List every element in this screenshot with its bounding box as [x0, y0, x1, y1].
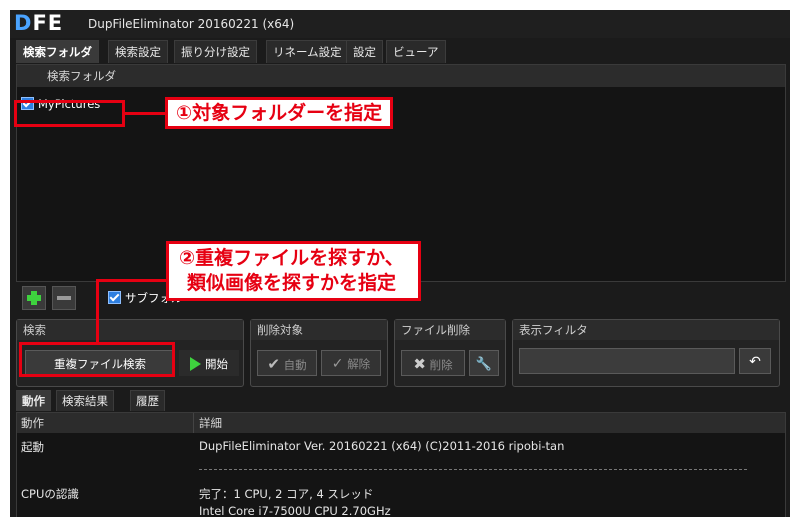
tab-action[interactable]: 動作 — [16, 390, 51, 411]
delete-target-group: 削除対象 ✔ 自動 ✓ 解除 — [250, 319, 388, 387]
filter-input[interactable] — [519, 348, 735, 374]
delete-target-title: 削除対象 — [251, 320, 387, 340]
play-icon — [190, 357, 201, 371]
search-group-title: 検索 — [17, 320, 243, 340]
subfolder-checkbox[interactable] — [108, 291, 121, 304]
display-filter-group: 表示フィルタ ↶ — [512, 319, 780, 387]
app-logo: DFE — [14, 11, 64, 35]
start-button[interactable]: 開始 — [179, 350, 239, 376]
tab-search-settings[interactable]: 検索設定 — [108, 40, 168, 63]
reset-filter-button[interactable]: ↶ — [739, 348, 771, 374]
log-detail-cell: 完了：1 CPU, 2 コア, 4 スレッド — [199, 487, 374, 501]
window-title: DupFileEliminator 20160221 (x64) — [88, 17, 295, 31]
display-filter-title: 表示フィルタ — [513, 320, 779, 340]
callout-connector — [96, 279, 166, 282]
tab-rename-settings[interactable]: リネーム設定 — [266, 40, 349, 63]
log-action-cell: 起動 — [21, 440, 44, 454]
tab-sort-settings[interactable]: 振り分け設定 — [174, 40, 257, 63]
undo-icon: ↶ — [749, 354, 761, 370]
step2-callout: ②重複ファイルを探すか、 類似画像を探すかを指定 — [166, 241, 421, 301]
add-folder-button[interactable] — [22, 286, 46, 310]
folder-highlight-box — [14, 100, 125, 127]
title-bar: DFE DupFileEliminator 20160221 (x64) — [10, 10, 790, 38]
log-action-cell: CPUの認識 — [21, 487, 79, 501]
file-delete-title: ファイル削除 — [395, 320, 505, 340]
callout-connector — [125, 112, 165, 115]
search-mode-highlight-box — [19, 342, 175, 377]
tab-search-results[interactable]: 検索結果 — [56, 390, 114, 411]
tab-viewer[interactable]: ビューア — [386, 40, 446, 63]
callout-connector — [96, 279, 99, 342]
action-log: 動作 詳細 起動 DupFileEliminator Ver. 20160221… — [16, 412, 786, 517]
folder-list-header: 検索フォルダ — [17, 65, 785, 87]
remove-folder-button[interactable] — [52, 286, 76, 310]
tab-settings[interactable]: 設定 — [346, 40, 383, 63]
tab-history[interactable]: 履歴 — [130, 390, 165, 411]
delete-button[interactable]: ✖ 削除 — [401, 350, 465, 376]
file-delete-group: ファイル削除 ✖ 削除 🔧 — [394, 319, 506, 387]
check-icon: ✔ — [267, 355, 280, 373]
tools-button[interactable]: 🔧 — [469, 350, 499, 376]
log-detail-cell: DupFileEliminator Ver. 20160221 (x64) (C… — [199, 439, 565, 453]
tab-search-folder[interactable]: 検索フォルダ — [16, 40, 99, 63]
x-icon: ✖ — [413, 355, 426, 373]
step1-callout: ①対象フォルダーを指定 — [165, 97, 394, 129]
log-header: 動作 詳細 — [17, 413, 785, 433]
release-button[interactable]: ✓ 解除 — [321, 350, 381, 376]
log-divider — [199, 469, 747, 470]
minus-icon — [57, 296, 71, 300]
check-outline-icon: ✓ — [331, 356, 344, 372]
wrench-icon: 🔧 — [475, 357, 493, 372]
log-detail-cell: Intel Core i7-7500U CPU 2.70GHz — [199, 504, 391, 517]
auto-select-button[interactable]: ✔ 自動 — [257, 350, 317, 376]
